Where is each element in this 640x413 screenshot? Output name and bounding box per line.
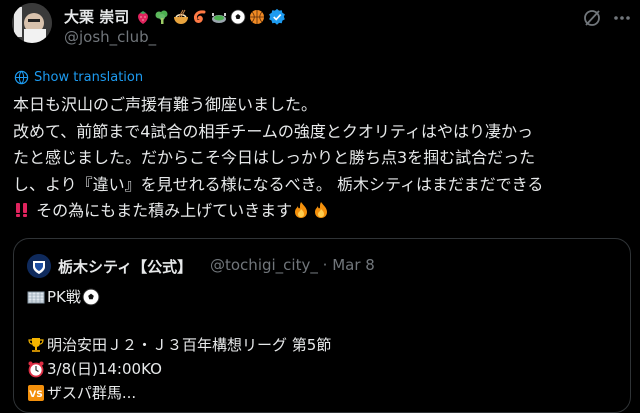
quoted-date[interactable]: Mar 8 [332, 256, 375, 274]
post-line-last: その為にもまた積み上げていきます [13, 198, 633, 225]
quoted-line: 明治安田Ｊ２・Ｊ３百年構想リーグ 第5節 [27, 333, 331, 357]
alarm-clock-icon [28, 361, 44, 378]
grok-icon[interactable] [582, 8, 602, 28]
quoted-line-text: 明治安田Ｊ２・Ｊ３百年構想リーグ 第5節 [47, 336, 332, 354]
fire-icon [315, 202, 328, 218]
quoted-author-handle[interactable]: @tochigi_city_ [210, 256, 318, 274]
quoted-blank-line [27, 309, 331, 333]
strawberry-icon [138, 10, 149, 24]
post-line: 改めて、前節まで4試合の相手チームの強度とクオリティはやはり凄かっ [13, 121, 533, 141]
shrimp-icon [194, 9, 206, 23]
post-line: たと感じました。だからこそ今日はしっかりと勝ち点3を掴む試合だった [13, 148, 536, 167]
quoted-line: VS ザスパ群馬... [27, 381, 331, 405]
quoted-author-name[interactable]: 栃木シティ【公式】 [58, 256, 192, 277]
author-name[interactable]: 大栗 崇司 [64, 6, 129, 27]
double-exclamation-icon [16, 203, 27, 217]
post-line: 本日も沢山のご声援有難う御座いました。 [13, 95, 318, 114]
quoted-post[interactable]: 栃木シティ【公式】 @tochigi_city_ · Mar 8 PK戦 明治安… [13, 238, 631, 413]
quoted-line-text: 3/8(日)14:00KO [47, 360, 162, 378]
vs-icon: VS [28, 385, 44, 401]
author-name-row[interactable]: 大栗 崇司 [64, 6, 286, 27]
basketball-icon [250, 9, 265, 24]
meta-separator: · [322, 256, 328, 274]
svg-text:VS: VS [29, 390, 42, 400]
more-options-icon[interactable] [612, 8, 632, 28]
post-text: 本日も沢山のご声援有難う御座いました。 改めて、前節まで4試合の相手チームの強度… [13, 92, 633, 225]
name-emoji-list [135, 9, 265, 25]
quoted-author-avatar[interactable] [27, 254, 51, 278]
quoted-line: 3/8(日)14:00KO [27, 357, 331, 381]
author-handle[interactable]: @josh_club_ [64, 28, 156, 46]
show-translation-label: Show translation [34, 70, 144, 85]
soccer-ball-icon [82, 288, 100, 306]
post-line: その為にもまた積み上げていきます [31, 201, 293, 220]
fire-icon [295, 202, 308, 218]
broccoli-icon [155, 10, 168, 24]
verified-badge-icon [269, 8, 286, 25]
goal-net-icon [27, 291, 45, 304]
show-translation-link[interactable]: Show translation [14, 70, 143, 85]
translate-icon [14, 70, 29, 85]
post-line: し、より『違い』を見せれる様になるべき。 栃木シティはまだまだできる [13, 174, 544, 194]
quoted-text: PK戦 明治安田Ｊ２・Ｊ３百年構想リーグ 第5節 3/8(日)14:00KO V… [27, 285, 331, 405]
quoted-line-text: PK戦 [47, 288, 81, 306]
quoted-meta: @tochigi_city_ · Mar 8 [210, 256, 375, 274]
ramen-icon [174, 9, 189, 24]
soccer-ball-icon [230, 9, 246, 24]
quoted-line: PK戦 [27, 285, 331, 309]
author-avatar[interactable] [12, 3, 52, 43]
trophy-icon [28, 338, 44, 352]
quoted-line-text: ザスパ群馬... [47, 384, 137, 402]
stadium-icon [212, 12, 227, 23]
